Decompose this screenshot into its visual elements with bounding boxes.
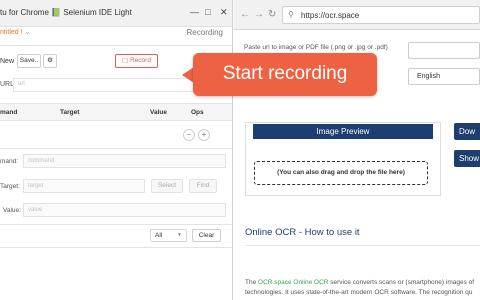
paragraph-text: The [245,279,259,286]
section-divider [245,245,480,246]
browser-window: ← → ↻ ⚲ https://ocr.space Paste url to i… [234,0,480,300]
paragraph-line: The OCR.space Online OCR service convert… [245,278,480,288]
image-preview-panel: Image Preview (You can also drag and dro… [245,122,441,196]
divider [0,45,232,46]
intro-paragraph: The OCR.space Online OCR service convert… [245,278,480,298]
download-button[interactable]: Dow [454,123,480,140]
find-button[interactable]: Find [189,179,217,193]
show-button[interactable]: Show [454,150,480,167]
remove-row-button[interactable]: − [183,129,195,141]
file-drop-zone[interactable]: (You can also drag and drop the file her… [254,161,428,185]
minus-icon: − [186,130,192,139]
macro-name: ntitled [0,29,19,36]
command-table-header: mand Target Value Ops [0,103,232,121]
window-titlebar: tu for Chrome 📗 Selenium IDE Light — □ ✕ [0,0,232,27]
chevron-down-icon: ▼ [177,232,182,238]
minimize-icon[interactable]: — [190,6,199,18]
paste-url-label: Paste url to image or PDF file (.png or … [244,44,388,51]
macro-name-dropdown[interactable]: ntitled ! ⌄ [0,28,30,36]
address-url: https://ocr.space [301,11,360,20]
command-input[interactable]: command [23,154,226,168]
column-ops: Ops [191,109,204,116]
language-value: English [417,73,440,80]
add-row-button[interactable]: + [198,129,210,141]
window-title: tu for Chrome 📗 Selenium IDE Light [0,8,132,17]
divider [0,148,232,149]
clear-log-button[interactable]: Clear [192,229,221,242]
lock-icon: ⚲ [288,10,294,19]
start-recording-callout: Start recording [193,53,377,96]
target-label: Target: [0,183,20,190]
language-select[interactable]: English [408,68,480,85]
column-value: Value [150,109,167,116]
log-toolbar: All ▼ Clear [0,228,232,246]
browser-toolbar: ← → ↻ ⚲ https://ocr.space [234,0,480,30]
recording-status: Recording [186,28,223,37]
new-button[interactable]: New [0,58,14,65]
record-label: Record [130,57,151,64]
target-input[interactable]: target [23,179,145,193]
image-preview-title: Image Preview [253,124,433,139]
paragraph-line: technologies. It uses state-of-the-art m… [245,289,473,296]
ocr-space-link[interactable]: OCR.space Online OCR [258,279,328,286]
log-filter-select[interactable]: All ▼ [150,229,187,242]
section-title: Online OCR - How to use it [245,227,360,238]
file-record-icon: ▢ [122,57,129,64]
extension-window: tu for Chrome 📗 Selenium IDE Light — □ ✕… [0,0,233,300]
paragraph-text: service converts scans or (smartphone) i… [328,279,475,286]
address-bar[interactable]: ⚲ https://ocr.space [282,6,480,24]
maximize-icon[interactable]: □ [205,6,210,18]
close-icon[interactable]: ✕ [220,6,228,18]
column-target: Target [60,109,80,116]
log-filter-value: All [155,232,163,239]
gear-icon: ⚙ [47,57,53,64]
plus-icon: + [201,130,207,139]
divider [0,247,232,248]
select-button[interactable]: Select [151,179,183,193]
macro-bar: ntitled ! ⌄ Recording [0,27,232,43]
reload-icon[interactable]: ↻ [268,9,276,21]
command-label: mand: [0,158,19,165]
chevron-down-icon: ⌄ [24,29,31,36]
screen: tu for Chrome 📗 Selenium IDE Light — □ ✕… [0,0,480,300]
settings-button[interactable]: ⚙ [43,54,57,68]
value-input[interactable]: value [23,203,226,217]
value-label: Value: [3,207,21,214]
column-command: mand [0,109,18,116]
back-arrow-icon[interactable]: ← [240,9,250,21]
divider [0,224,232,225]
forward-arrow-icon[interactable]: → [254,9,264,21]
record-button[interactable]: ▢ Record [115,54,158,68]
save-button[interactable]: Save.. [17,54,41,68]
paste-url-input[interactable] [408,42,480,59]
url-label: URL [0,81,15,88]
